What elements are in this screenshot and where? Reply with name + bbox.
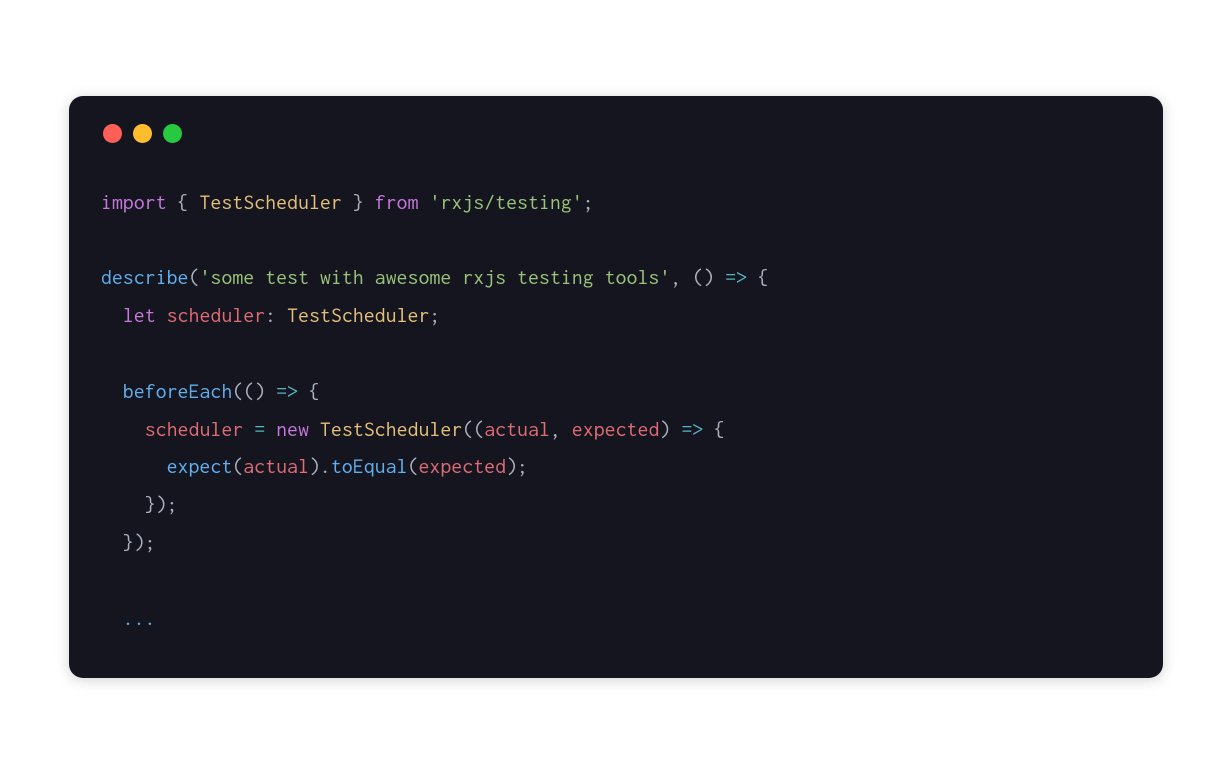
keyword-let: let [123,305,156,327]
block-close: }); [145,494,178,516]
code-block: import { TestScheduler } from 'rxjs/test… [101,185,1131,639]
paren-open: ( [189,267,200,289]
identifier-var: actual [243,456,309,478]
identifier-var: expected [572,419,660,441]
fn-describe: describe [101,267,189,289]
identifier-type: TestScheduler [287,305,429,327]
brace-open: { [758,267,769,289]
traffic-light-zoom-icon [163,124,182,143]
equals: = [254,419,265,441]
identifier-class: TestScheduler [200,192,342,214]
paren-open: ( [232,456,243,478]
traffic-light-close-icon [103,124,122,143]
arrow-params: () [243,381,265,403]
block-close: }); [123,532,156,554]
paren-open: ( [408,456,419,478]
brace-open: { [178,192,189,214]
keyword-import: import [101,192,167,214]
keyword-from: from [375,192,419,214]
paren-close: ) [506,456,517,478]
paren-open: ( [232,381,243,403]
paren-open: ( [473,419,484,441]
code-line: beforeEach(() => { [101,381,320,403]
code-line: }); [101,494,178,516]
arrow: => [725,267,747,289]
identifier-class: TestScheduler [320,419,462,441]
fn-toequal: toEqual [331,456,408,478]
identifier-var: scheduler [145,419,244,441]
keyword-new: new [276,419,309,441]
comma: , [670,267,681,289]
paren-open: ( [462,419,473,441]
traffic-lights [103,124,1131,143]
semicolon: ; [517,456,528,478]
identifier-var: actual [484,419,550,441]
comma: , [550,419,561,441]
code-line: }); [101,532,156,554]
paren-close: ) [660,419,671,441]
brace-close: } [353,192,364,214]
code-line: expect(actual).toEqual(expected); [101,456,528,478]
arrow: => [681,419,703,441]
string-literal: 'rxjs/testing' [430,192,583,214]
brace-open: { [309,381,320,403]
code-line: describe('some test with awesome rxjs te… [101,267,769,289]
string-literal: 'some test with awesome rxjs testing too… [200,267,671,289]
colon: : [265,305,276,327]
traffic-light-minimize-icon [133,124,152,143]
code-line: scheduler = new TestScheduler((actual, e… [101,419,725,441]
paren-close: ) [309,456,320,478]
identifier-var: expected [419,456,507,478]
semicolon: ; [583,192,594,214]
ellipsis: ... [123,608,156,630]
identifier-var: scheduler [167,305,266,327]
arrow: => [276,381,298,403]
code-window: import { TestScheduler } from 'rxjs/test… [69,96,1163,679]
fn-beforeeach: beforeEach [123,381,233,403]
fn-expect: expect [167,456,233,478]
code-line: import { TestScheduler } from 'rxjs/test… [101,192,594,214]
code-line: let scheduler: TestScheduler; [101,305,441,327]
brace-open: { [714,419,725,441]
dot: . [320,456,331,478]
semicolon: ; [430,305,441,327]
code-line: ... [101,608,156,630]
arrow-params: () [692,267,714,289]
